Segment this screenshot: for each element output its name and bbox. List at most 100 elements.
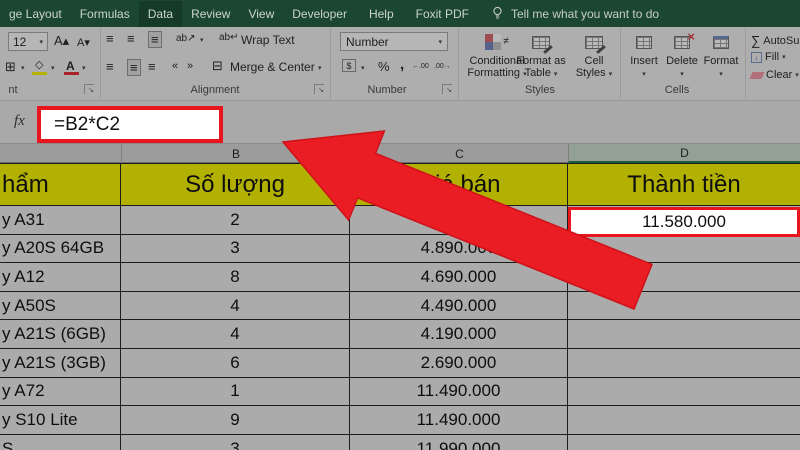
chevron-down-icon[interactable]: ▾: [51, 64, 55, 72]
tab-developer[interactable]: Developer: [283, 1, 356, 27]
sheet-cell[interactable]: 4: [121, 320, 350, 349]
sheet-cell[interactable]: 8: [121, 263, 350, 292]
format-cells-icon: [713, 35, 729, 49]
cell-styles-button[interactable]: Cell Styles ▾: [570, 29, 618, 81]
formula-input[interactable]: =B2*C2: [37, 106, 223, 143]
format-as-table-button[interactable]: Format as Table ▾: [512, 29, 570, 81]
sheet-cell[interactable]: [568, 377, 800, 407]
clear-button[interactable]: Clear ▾: [749, 69, 799, 81]
number-dialog-launcher[interactable]: ↘: [442, 84, 452, 94]
align-left-button[interactable]: ≡: [106, 59, 114, 74]
chevron-down-icon: ▾: [608, 71, 613, 78]
sheet-cell[interactable]: 5.790.000: [350, 206, 568, 235]
tell-me-box[interactable]: Tell me what you want to do: [492, 6, 659, 21]
sheet-cell[interactable]: 4.690.000: [350, 263, 568, 292]
tab-view[interactable]: View: [239, 1, 283, 27]
sheet-cell[interactable]: y A21S (3GB): [0, 348, 121, 378]
sheet-cell[interactable]: 11.990.000: [350, 434, 568, 450]
autosum-button[interactable]: ∑ AutoSum: [751, 33, 800, 48]
comma-style-button[interactable]: ,: [400, 56, 404, 73]
font-dialog-launcher[interactable]: ↘: [84, 84, 94, 94]
header-cell-total[interactable]: Thành tiền: [568, 164, 800, 206]
table-header-row: hẩm Số lượng Giá bán Thành tiền: [0, 163, 800, 206]
tab-formulas[interactable]: Formulas: [71, 1, 139, 27]
active-cell-d2[interactable]: 11.580.000: [568, 207, 800, 237]
chevron-down-icon[interactable]: ▾: [200, 36, 204, 44]
sheet-cell[interactable]: [568, 348, 800, 378]
column-header-d[interactable]: D: [568, 144, 800, 163]
sheet-cell[interactable]: y A21S (6GB): [0, 320, 121, 349]
sheet-cell[interactable]: y A50S: [0, 291, 121, 321]
borders-button[interactable]: ⊞: [5, 59, 16, 75]
sheet-cell[interactable]: y A72: [0, 377, 121, 407]
sheet-cell[interactable]: [568, 406, 800, 435]
sheet-cell[interactable]: 11.490.000: [350, 406, 568, 435]
sheet-cell[interactable]: 4: [121, 291, 350, 321]
increase-indent-button[interactable]: »: [187, 60, 193, 72]
grow-font-button[interactable]: A▴: [54, 33, 69, 49]
tab-foxit-pdf[interactable]: Foxit PDF: [407, 1, 478, 27]
sheet-cell[interactable]: [568, 291, 800, 321]
merge-center-button[interactable]: Merge & Center: [230, 60, 315, 74]
sheet-cell[interactable]: 11.490.000: [350, 377, 568, 407]
decrease-indent-button[interactable]: «: [172, 60, 178, 72]
tab-page-layout[interactable]: ge Layout: [0, 1, 71, 27]
sheet-cell[interactable]: [568, 234, 800, 264]
wrap-text-button[interactable]: Wrap Text: [241, 33, 295, 47]
sheet-cell[interactable]: S: [0, 434, 121, 450]
alignment-dialog-launcher[interactable]: ↘: [314, 84, 324, 94]
sheet-cell[interactable]: 3: [121, 434, 350, 450]
sheet-cell[interactable]: 4.490.000: [350, 291, 568, 321]
sheet-cell[interactable]: [568, 434, 800, 450]
delete-cells-button[interactable]: × Delete ▾: [662, 29, 702, 81]
chevron-down-icon[interactable]: ▾: [318, 64, 322, 72]
font-size-select[interactable]: 12 ▾: [8, 32, 48, 51]
column-header-c[interactable]: C: [350, 144, 568, 163]
number-format-select[interactable]: Number ▾: [340, 32, 448, 51]
sheet-cell[interactable]: y S10 Lite: [0, 406, 121, 435]
header-cell-product[interactable]: hẩm: [0, 164, 121, 206]
column-header-row: B C D: [0, 144, 800, 163]
shrink-font-button[interactable]: A▾: [77, 36, 90, 49]
sheet-cell[interactable]: 3: [121, 234, 350, 264]
ribbon-tabs-bar: ge Layout Formulas Data Review View Deve…: [0, 0, 800, 27]
column-header-b[interactable]: B: [121, 144, 350, 163]
sheet-cell[interactable]: 9: [121, 406, 350, 435]
sheet-cell[interactable]: 2.690.000: [350, 348, 568, 378]
orientation-button[interactable]: ab↗: [176, 33, 196, 44]
align-center-button[interactable]: ≡: [127, 59, 141, 76]
fx-icon[interactable]: fx: [14, 113, 25, 130]
insert-cells-button[interactable]: Insert ▾: [624, 29, 664, 81]
sheet-cell[interactable]: 6: [121, 348, 350, 378]
chevron-down-icon[interactable]: ▾: [361, 64, 365, 72]
align-right-button[interactable]: ≡: [148, 59, 156, 74]
bottom-align-button[interactable]: ≡: [148, 31, 162, 48]
tab-help[interactable]: Help: [356, 1, 407, 27]
chevron-down-icon[interactable]: ▾: [82, 64, 86, 72]
accounting-format-button[interactable]: $: [342, 59, 356, 72]
sheet-cell[interactable]: [568, 320, 800, 349]
sheet-cell[interactable]: y A12: [0, 263, 121, 292]
sheet-cell[interactable]: 2: [121, 206, 350, 235]
sheet-cell[interactable]: 1: [121, 377, 350, 407]
fill-color-button[interactable]: ◇: [35, 58, 43, 71]
tab-data[interactable]: Data: [138, 0, 183, 27]
sheet-cell[interactable]: y A20S 64GB: [0, 234, 121, 264]
decrease-decimal-button[interactable]: .00→: [434, 63, 451, 70]
sheet-cell[interactable]: [568, 263, 800, 292]
tab-review[interactable]: Review: [182, 1, 239, 27]
column-header-a[interactable]: [0, 144, 121, 163]
top-align-button[interactable]: ≡: [106, 31, 114, 46]
format-cells-button[interactable]: Format ▾: [700, 29, 742, 81]
chevron-down-icon[interactable]: ▾: [21, 64, 25, 72]
percent-style-button[interactable]: %: [378, 59, 390, 74]
fill-button[interactable]: ↓ Fill ▾: [751, 51, 786, 63]
sheet-cell[interactable]: y A31: [0, 206, 121, 235]
header-cell-quantity[interactable]: Số lượng: [121, 164, 350, 206]
middle-align-button[interactable]: ≡: [127, 31, 135, 46]
header-cell-price[interactable]: Giá bán: [350, 164, 568, 206]
sheet-cell[interactable]: 4.890.000: [350, 234, 568, 264]
sheet-cell[interactable]: 4.190.000: [350, 320, 568, 349]
font-color-button[interactable]: A: [66, 59, 75, 73]
increase-decimal-button[interactable]: ←.00: [412, 63, 429, 70]
